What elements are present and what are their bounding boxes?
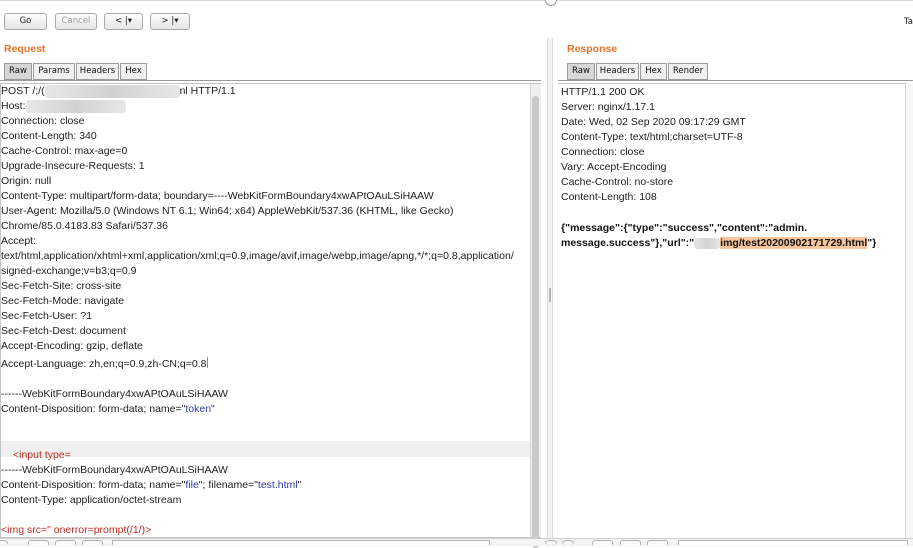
- search-options-button[interactable]: [82, 540, 103, 545]
- tab-underline: [0, 80, 541, 81]
- response-line: Server: nginx/1.17.1: [561, 101, 655, 113]
- request-line: ------WebKitFormBoundary4xwAPtOAuLSiHAAW: [1, 464, 228, 476]
- response-line: Content-Length: 108: [561, 191, 657, 203]
- current-line-highlight: [1, 441, 531, 457]
- response-line: Connection: close: [561, 146, 645, 158]
- request-line: Accept:: [1, 235, 37, 247]
- forward-button[interactable]: > |▾: [150, 13, 190, 30]
- request-line: Accept-Encoding: gzip, deflate: [1, 340, 143, 352]
- request-line: Cache-Control: max-age=0: [1, 145, 128, 157]
- target-label: Ta: [904, 17, 913, 27]
- response-line: Vary: Accept-Encoding: [561, 161, 667, 173]
- request-line: Host:: [1, 99, 126, 114]
- request-line: Content-Disposition: form-data; name="fi…: [1, 479, 302, 491]
- response-search-input[interactable]: [678, 540, 908, 545]
- highlighted-url: img/test20200902171729.html: [720, 237, 868, 249]
- help-icon[interactable]: [562, 540, 574, 545]
- prev-match-button[interactable]: [28, 540, 49, 545]
- response-json-line: {"message":{"type":"success","content":"…: [561, 222, 808, 234]
- request-editor[interactable]: POST /;/(nl HTTP/1.1 Host: Connection: c…: [0, 83, 541, 538]
- scrollbar-thumb[interactable]: [532, 96, 539, 548]
- redacted-path: [694, 237, 721, 249]
- request-line: Content-Type: application/octet-stream: [1, 494, 182, 506]
- tab-hex[interactable]: Hex: [120, 63, 147, 80]
- response-title: Response: [567, 43, 618, 55]
- request-line: Origin: null: [1, 175, 52, 187]
- request-line: User-Agent: Mozilla/5.0 (Windows NT 6.1;…: [1, 205, 454, 217]
- request-line: Content-Length: 340: [1, 130, 97, 142]
- request-line: Chrome/85.0.4183.83 Safari/537.36: [1, 220, 168, 232]
- tab-render[interactable]: Render: [668, 63, 708, 80]
- help-icon[interactable]: [545, 540, 557, 545]
- text-caret: [207, 357, 209, 368]
- toolbar: Go Cancel < |▾ > |▾ Ta: [0, 0, 913, 40]
- request-line: signed-exchange;v=b3;q=0.9: [1, 265, 137, 277]
- request-line: Sec-Fetch-User: ?1: [1, 310, 93, 322]
- response-line: Date: Wed, 02 Sep 2020 09:17:29 GMT: [561, 116, 746, 128]
- request-line: Sec-Fetch-Mode: navigate: [1, 295, 125, 307]
- cancel-button[interactable]: Cancel: [55, 13, 97, 30]
- splitter-grip-icon[interactable]: [549, 288, 551, 302]
- response-line: Cache-Control: no-store: [561, 176, 674, 188]
- tab-params[interactable]: Params: [33, 63, 75, 80]
- top-divider: [0, 0, 545, 1]
- request-scrollbar[interactable]: [530, 84, 541, 548]
- request-line: Upgrade-Insecure-Requests: 1: [1, 160, 145, 172]
- request-line: Connection: close: [1, 115, 85, 127]
- next-match-button[interactable]: [620, 540, 641, 545]
- request-line: <img src=" onerror=prompt(/1/)>: [1, 524, 152, 536]
- split-handle-icon[interactable]: [545, 0, 557, 6]
- back-button[interactable]: < |▾: [104, 13, 143, 30]
- response-json-line: message.success"},"url":" img/test2020090…: [561, 237, 877, 249]
- request-line: Accept-Language: zh,en;q=0.9,zh-CN;q=0.8: [1, 357, 209, 370]
- tab-raw[interactable]: Raw: [4, 63, 32, 80]
- request-line: Sec-Fetch-Site: cross-site: [1, 280, 122, 292]
- request-line: text/html,application/xhtml+xml,applicat…: [1, 250, 514, 262]
- top-divider: [556, 0, 913, 1]
- redacted-url: [44, 84, 180, 98]
- request-line: Content-Disposition: form-data; name="to…: [1, 403, 215, 415]
- request-line: POST /;/(nl HTTP/1.1: [1, 84, 236, 98]
- go-button[interactable]: Go: [4, 13, 47, 30]
- request-line: Content-Type: multipart/form-data; bound…: [1, 190, 434, 202]
- next-match-button[interactable]: [55, 540, 76, 545]
- tab-hex[interactable]: Hex: [640, 63, 667, 80]
- request-title: Request: [4, 43, 46, 55]
- prev-match-button[interactable]: [592, 540, 613, 545]
- request-search-input[interactable]: [112, 540, 490, 545]
- tab-underline: [558, 80, 913, 81]
- response-line: HTTP/1.1 200 OK: [561, 86, 645, 98]
- redacted-host: [25, 99, 126, 113]
- response-line: Content-Type: text/html;charset=UTF-8: [561, 131, 743, 143]
- request-line: <input type=: [13, 449, 71, 461]
- request-line: ------WebKitFormBoundary4xwAPtOAuLSiHAAW: [1, 388, 228, 400]
- tab-headers[interactable]: Headers: [596, 63, 639, 80]
- tab-raw[interactable]: Raw: [567, 63, 595, 80]
- request-line: Sec-Fetch-Dest: document: [1, 325, 126, 337]
- tab-headers[interactable]: Headers: [76, 63, 119, 80]
- search-options-button[interactable]: [647, 540, 668, 545]
- response-scrollbar[interactable]: [905, 83, 913, 538]
